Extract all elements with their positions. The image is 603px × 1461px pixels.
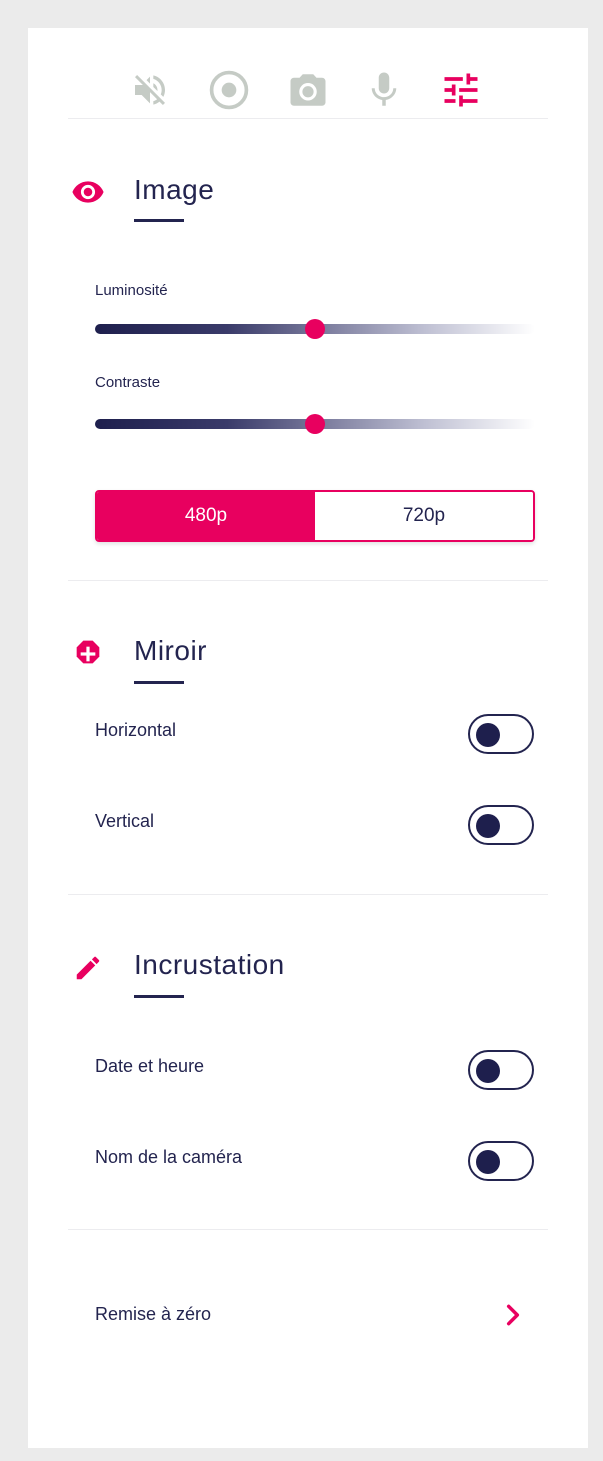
camera-name-label: Nom de la caméra	[95, 1147, 243, 1167]
microphone-button[interactable]	[360, 66, 408, 114]
microphone-icon	[371, 72, 397, 106]
record-button[interactable]	[205, 66, 253, 114]
overlay-section-icon-wrap	[68, 948, 108, 988]
datetime-label: Date et heure	[95, 1056, 205, 1076]
brightness-label: Luminosité	[95, 282, 168, 299]
reset-row[interactable]: Remise à zéro	[68, 1268, 548, 1328]
mirror-plus-icon	[76, 640, 100, 664]
resolution-720p-button[interactable]: 720p	[315, 492, 533, 540]
divider	[68, 1229, 548, 1230]
image-section-icon-wrap	[68, 172, 108, 212]
toggle-knob	[476, 814, 500, 838]
chevron-right-icon	[506, 1304, 520, 1326]
vertical-label: Vertical	[95, 811, 155, 831]
vertical-mirror-toggle[interactable]	[468, 805, 534, 845]
overlay-section-title: Incrustation	[134, 949, 285, 980]
toggle-knob	[476, 723, 500, 747]
volume-off-icon	[135, 75, 165, 105]
reset-label: Remise à zéro	[95, 1304, 212, 1324]
eye-icon	[72, 181, 104, 203]
divider	[68, 580, 548, 581]
horizontal-label: Horizontal	[95, 720, 177, 740]
toggle-knob	[476, 1150, 500, 1174]
contrast-label: Contraste	[95, 374, 161, 391]
camera-icon	[290, 74, 326, 106]
record-icon	[209, 70, 249, 110]
section-underline	[134, 681, 184, 684]
datetime-overlay-toggle[interactable]	[468, 1050, 534, 1090]
horizontal-mirror-toggle[interactable]	[468, 714, 534, 754]
pencil-icon	[76, 956, 100, 980]
resolution-480p-button[interactable]: 480p	[97, 492, 315, 540]
settings-panel: Image Luminosité Contraste 480p 720p Mir…	[28, 28, 588, 1448]
contrast-slider[interactable]	[95, 414, 535, 434]
brightness-slider-thumb[interactable]	[305, 319, 325, 339]
sliders-icon	[444, 73, 478, 107]
mirror-section-icon-wrap	[68, 634, 108, 674]
divider	[68, 894, 548, 895]
section-underline	[134, 995, 184, 998]
camera-name-overlay-toggle[interactable]	[468, 1141, 534, 1181]
mute-button[interactable]	[126, 66, 174, 114]
toolbar	[28, 66, 588, 126]
toggle-knob	[476, 1059, 500, 1083]
mirror-section-title: Miroir	[134, 635, 207, 666]
image-section-title: Image	[134, 174, 215, 205]
contrast-slider-thumb[interactable]	[305, 414, 325, 434]
settings-sliders-button[interactable]	[437, 66, 485, 114]
divider	[68, 118, 548, 119]
brightness-slider[interactable]	[95, 319, 535, 339]
section-underline	[134, 219, 184, 222]
resolution-selector: 480p 720p	[95, 490, 535, 542]
snapshot-button[interactable]	[284, 66, 332, 114]
